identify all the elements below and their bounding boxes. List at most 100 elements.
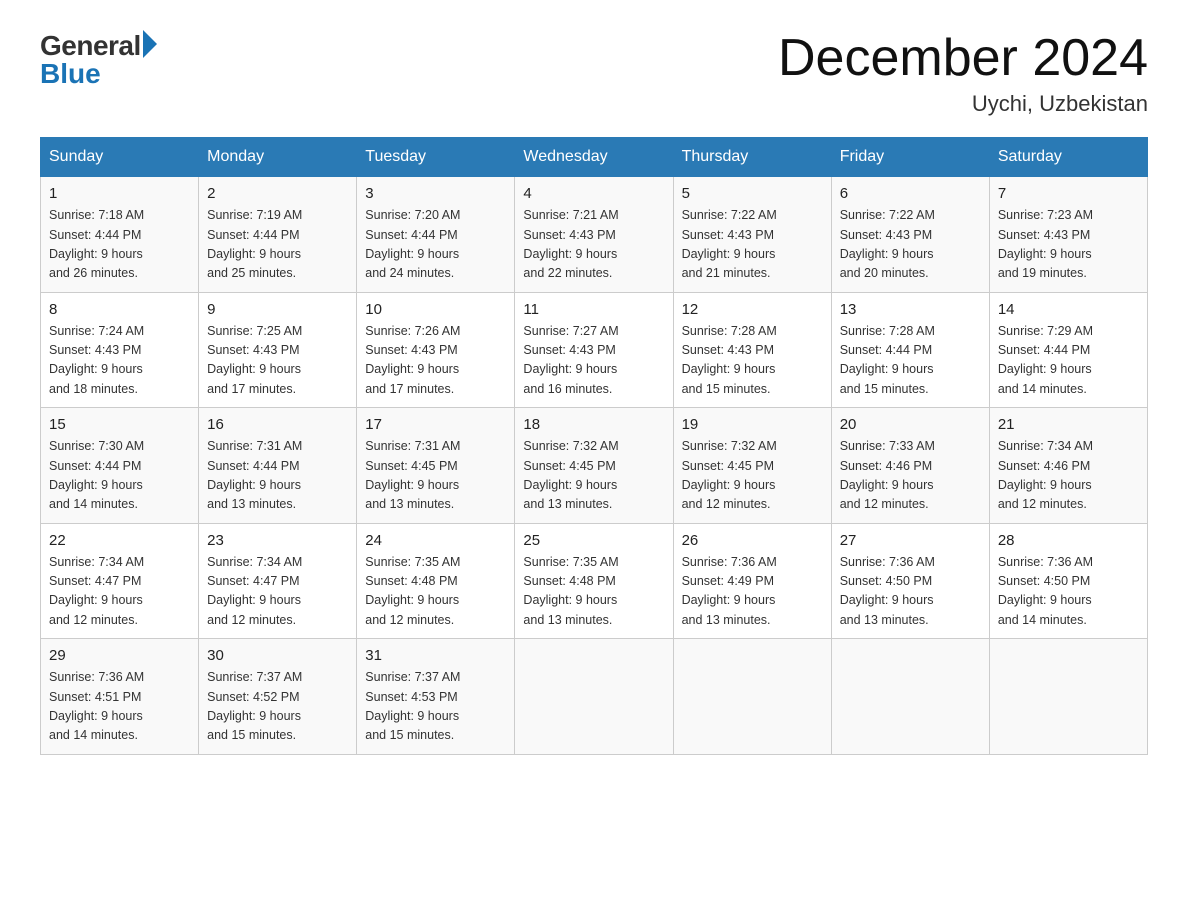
calendar-cell: 16Sunrise: 7:31 AMSunset: 4:44 PMDayligh… (199, 408, 357, 524)
day-number: 30 (207, 647, 348, 664)
calendar-body: 1 Sunrise: 7:18 AMSunset: 4:44 PMDaylight… (41, 177, 1148, 755)
calendar-week-row: 1 Sunrise: 7:18 AMSunset: 4:44 PMDaylight… (41, 177, 1148, 293)
calendar-week-row: 8 Sunrise: 7:24 AMSunset: 4:43 PMDaylight… (41, 292, 1148, 408)
header-saturday: Saturday (989, 138, 1147, 177)
day-number: 27 (840, 532, 981, 549)
page-header: General Blue December 2024 Uychi, Uzbeki… (40, 30, 1148, 117)
day-info: Sunrise: 7:22 AMSunset: 4:43 PMDaylight:… (840, 206, 981, 284)
day-info: Sunrise: 7:29 AMSunset: 4:44 PMDaylight:… (998, 322, 1139, 400)
day-number: 14 (998, 301, 1139, 318)
calendar-cell: 4Sunrise: 7:21 AMSunset: 4:43 PMDaylight… (515, 177, 673, 293)
day-info: Sunrise: 7:37 AMSunset: 4:52 PMDaylight:… (207, 668, 348, 746)
day-info: Sunrise: 7:27 AMSunset: 4:43 PMDaylight:… (523, 322, 664, 400)
calendar-cell: 20 Sunrise: 7:33 AMSunset: 4:46 PMDayligh… (831, 408, 989, 524)
calendar-cell: 24 Sunrise: 7:35 AMSunset: 4:48 PMDayligh… (357, 523, 515, 639)
location-label: Uychi, Uzbekistan (778, 91, 1148, 117)
calendar-cell (989, 639, 1147, 755)
day-info: Sunrise: 7:35 AMSunset: 4:48 PMDaylight:… (523, 553, 664, 631)
header-monday: Monday (199, 138, 357, 177)
day-number: 18 (523, 416, 664, 433)
day-info: Sunrise: 7:28 AMSunset: 4:44 PMDaylight:… (840, 322, 981, 400)
day-info: Sunrise: 7:26 AMSunset: 4:43 PMDaylight:… (365, 322, 506, 400)
day-info: Sunrise: 7:36 AMSunset: 4:51 PMDaylight:… (49, 668, 190, 746)
day-info: Sunrise: 7:21 AMSunset: 4:43 PMDaylight:… (523, 206, 664, 284)
calendar-cell: 3 Sunrise: 7:20 AMSunset: 4:44 PMDaylight… (357, 177, 515, 293)
header-sunday: Sunday (41, 138, 199, 177)
day-info: Sunrise: 7:34 AMSunset: 4:47 PMDaylight:… (207, 553, 348, 631)
day-number: 29 (49, 647, 190, 664)
calendar-cell: 7Sunrise: 7:23 AMSunset: 4:43 PMDaylight… (989, 177, 1147, 293)
title-area: December 2024 Uychi, Uzbekistan (778, 30, 1148, 117)
day-info: Sunrise: 7:30 AMSunset: 4:44 PMDaylight:… (49, 437, 190, 515)
calendar-cell: 18Sunrise: 7:32 AMSunset: 4:45 PMDayligh… (515, 408, 673, 524)
calendar-week-row: 29 Sunrise: 7:36 AMSunset: 4:51 PMDayligh… (41, 639, 1148, 755)
header-thursday: Thursday (673, 138, 831, 177)
logo-arrow-icon (143, 30, 157, 58)
day-number: 20 (840, 416, 981, 433)
day-info: Sunrise: 7:18 AMSunset: 4:44 PMDaylight:… (49, 206, 190, 284)
day-info: Sunrise: 7:36 AMSunset: 4:50 PMDaylight:… (998, 553, 1139, 631)
day-number: 26 (682, 532, 823, 549)
calendar-cell: 31Sunrise: 7:37 AMSunset: 4:53 PMDayligh… (357, 639, 515, 755)
day-info: Sunrise: 7:22 AMSunset: 4:43 PMDaylight:… (682, 206, 823, 284)
day-number: 24 (365, 532, 506, 549)
day-number: 22 (49, 532, 190, 549)
day-info: Sunrise: 7:36 AMSunset: 4:50 PMDaylight:… (840, 553, 981, 631)
day-number: 5 (682, 185, 823, 202)
day-info: Sunrise: 7:23 AMSunset: 4:43 PMDaylight:… (998, 206, 1139, 284)
calendar-cell: 26 Sunrise: 7:36 AMSunset: 4:49 PMDayligh… (673, 523, 831, 639)
day-number: 12 (682, 301, 823, 318)
calendar-week-row: 22 Sunrise: 7:34 AMSunset: 4:47 PMDayligh… (41, 523, 1148, 639)
day-info: Sunrise: 7:33 AMSunset: 4:46 PMDaylight:… (840, 437, 981, 515)
calendar-cell: 5 Sunrise: 7:22 AMSunset: 4:43 PMDaylight… (673, 177, 831, 293)
calendar-table: SundayMondayTuesdayWednesdayThursdayFrid… (40, 137, 1148, 755)
day-number: 25 (523, 532, 664, 549)
day-number: 19 (682, 416, 823, 433)
day-info: Sunrise: 7:35 AMSunset: 4:48 PMDaylight:… (365, 553, 506, 631)
calendar-cell: 22 Sunrise: 7:34 AMSunset: 4:47 PMDayligh… (41, 523, 199, 639)
day-number: 23 (207, 532, 348, 549)
calendar-cell: 15Sunrise: 7:30 AMSunset: 4:44 PMDayligh… (41, 408, 199, 524)
day-info: Sunrise: 7:31 AMSunset: 4:44 PMDaylight:… (207, 437, 348, 515)
calendar-week-row: 15Sunrise: 7:30 AMSunset: 4:44 PMDayligh… (41, 408, 1148, 524)
calendar-cell: 29 Sunrise: 7:36 AMSunset: 4:51 PMDayligh… (41, 639, 199, 755)
logo: General Blue (40, 30, 157, 90)
calendar-cell: 11Sunrise: 7:27 AMSunset: 4:43 PMDayligh… (515, 292, 673, 408)
calendar-cell: 17 Sunrise: 7:31 AMSunset: 4:45 PMDayligh… (357, 408, 515, 524)
calendar-cell (515, 639, 673, 755)
calendar-cell (673, 639, 831, 755)
day-info: Sunrise: 7:25 AMSunset: 4:43 PMDaylight:… (207, 322, 348, 400)
day-info: Sunrise: 7:36 AMSunset: 4:49 PMDaylight:… (682, 553, 823, 631)
calendar-cell: 23 Sunrise: 7:34 AMSunset: 4:47 PMDayligh… (199, 523, 357, 639)
calendar-cell: 9 Sunrise: 7:25 AMSunset: 4:43 PMDaylight… (199, 292, 357, 408)
logo-blue-text: Blue (40, 58, 101, 90)
header-tuesday: Tuesday (357, 138, 515, 177)
day-info: Sunrise: 7:28 AMSunset: 4:43 PMDaylight:… (682, 322, 823, 400)
calendar-cell: 28Sunrise: 7:36 AMSunset: 4:50 PMDayligh… (989, 523, 1147, 639)
calendar-cell: 25 Sunrise: 7:35 AMSunset: 4:48 PMDayligh… (515, 523, 673, 639)
day-number: 9 (207, 301, 348, 318)
day-info: Sunrise: 7:37 AMSunset: 4:53 PMDaylight:… (365, 668, 506, 746)
calendar-cell: 19 Sunrise: 7:32 AMSunset: 4:45 PMDayligh… (673, 408, 831, 524)
day-info: Sunrise: 7:20 AMSunset: 4:44 PMDaylight:… (365, 206, 506, 284)
day-info: Sunrise: 7:31 AMSunset: 4:45 PMDaylight:… (365, 437, 506, 515)
day-number: 10 (365, 301, 506, 318)
calendar-cell: 6 Sunrise: 7:22 AMSunset: 4:43 PMDaylight… (831, 177, 989, 293)
month-title: December 2024 (778, 30, 1148, 87)
day-info: Sunrise: 7:19 AMSunset: 4:44 PMDaylight:… (207, 206, 348, 284)
day-info: Sunrise: 7:32 AMSunset: 4:45 PMDaylight:… (682, 437, 823, 515)
day-info: Sunrise: 7:34 AMSunset: 4:47 PMDaylight:… (49, 553, 190, 631)
day-number: 1 (49, 185, 190, 202)
calendar-cell: 14 Sunrise: 7:29 AMSunset: 4:44 PMDayligh… (989, 292, 1147, 408)
day-number: 17 (365, 416, 506, 433)
day-number: 6 (840, 185, 981, 202)
day-number: 3 (365, 185, 506, 202)
calendar-cell: 1 Sunrise: 7:18 AMSunset: 4:44 PMDaylight… (41, 177, 199, 293)
day-info: Sunrise: 7:34 AMSunset: 4:46 PMDaylight:… (998, 437, 1139, 515)
calendar-header-row: SundayMondayTuesdayWednesdayThursdayFrid… (41, 138, 1148, 177)
calendar-cell: 21Sunrise: 7:34 AMSunset: 4:46 PMDayligh… (989, 408, 1147, 524)
day-info: Sunrise: 7:24 AMSunset: 4:43 PMDaylight:… (49, 322, 190, 400)
calendar-cell: 10 Sunrise: 7:26 AMSunset: 4:43 PMDayligh… (357, 292, 515, 408)
day-number: 8 (49, 301, 190, 318)
calendar-cell: 13Sunrise: 7:28 AMSunset: 4:44 PMDayligh… (831, 292, 989, 408)
